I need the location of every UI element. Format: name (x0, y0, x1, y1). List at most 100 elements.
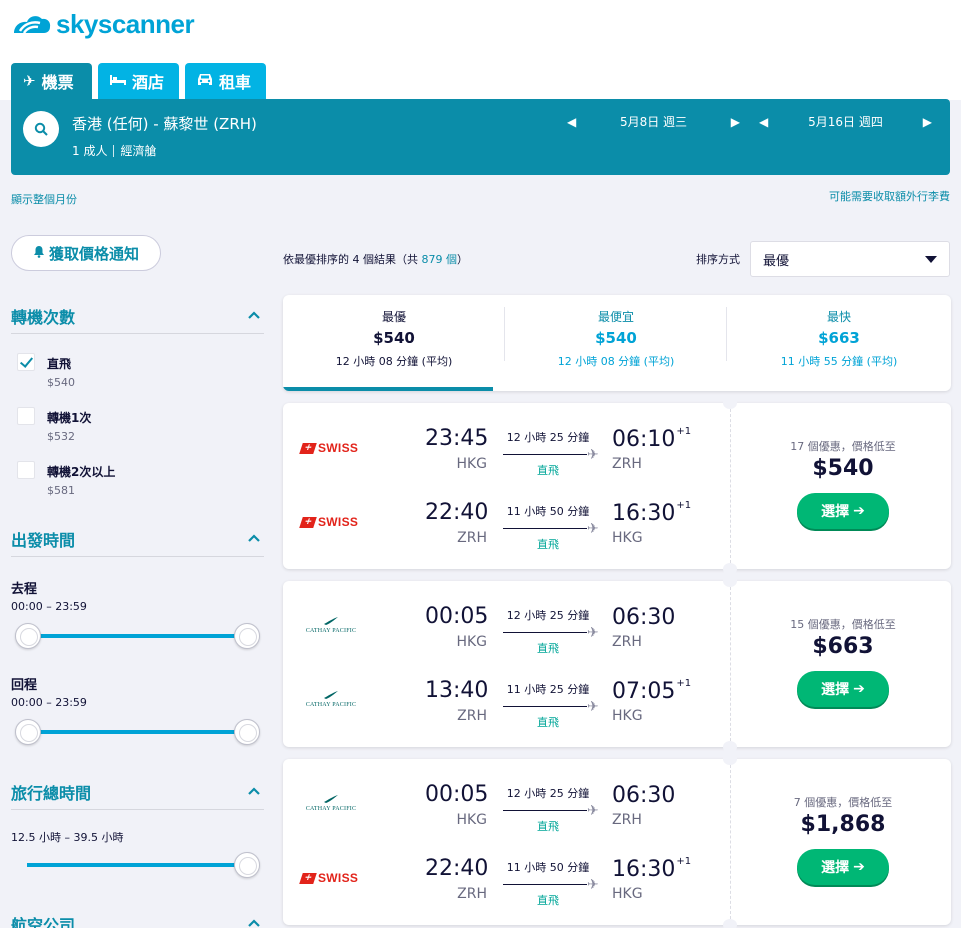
search-icon (34, 122, 48, 136)
cathay-brushwing-icon (324, 795, 338, 803)
one-stop-checkbox[interactable] (17, 407, 35, 425)
select-button[interactable]: 選擇 ➔ (797, 849, 889, 885)
outbound-time-slider[interactable] (15, 622, 260, 650)
two-plus-stops-checkbox[interactable] (17, 461, 35, 479)
return-date[interactable]: 5月16日 週四 (808, 113, 883, 130)
route-line (503, 706, 587, 707)
sort-dropdown[interactable]: 最優 (750, 241, 950, 277)
slider-max-handle[interactable] (234, 623, 260, 649)
price-alert-button[interactable]: 獲取價格通知 (11, 235, 161, 271)
route-line (503, 528, 587, 529)
prev-depart-date-arrow-icon[interactable]: ◀ (567, 115, 576, 129)
stops-filter-header[interactable]: 轉機次數 (11, 304, 264, 334)
airline-name: SWISS (318, 441, 359, 455)
arrival-time-block: 06:30 (612, 782, 676, 808)
next-depart-date-arrow-icon[interactable]: ▶ (731, 115, 740, 129)
sort-tab-fastest[interactable]: 最快 $663 11 小時 55 分鐘 (平均) (727, 295, 951, 391)
sort-label: 排序方式 (696, 253, 740, 266)
slider-min-handle[interactable] (15, 719, 41, 745)
departure-times-title: 出發時間 (11, 531, 76, 550)
slider-track[interactable] (27, 634, 248, 638)
departure-airport: HKG (456, 812, 487, 828)
departure-airport: ZRH (457, 708, 487, 724)
slider-track[interactable] (27, 863, 248, 867)
deals-count: 7 個優惠，價格低至 (793, 796, 893, 809)
slider-min-handle[interactable] (15, 623, 41, 649)
search-button[interactable] (23, 111, 59, 147)
skyscanner-cloud-icon (14, 16, 51, 34)
chevron-up-icon[interactable] (248, 309, 260, 321)
slider-track[interactable] (27, 730, 248, 734)
price: $1,868 (800, 812, 886, 837)
arrival-time: 16:30 (612, 857, 676, 882)
select-button[interactable]: 選擇 ➔ (797, 671, 889, 707)
return-label: 回程 (11, 678, 38, 693)
return-date-nav: ◀ 5月16日 週四 ▶ (759, 113, 932, 130)
journey-duration-filter-header[interactable]: 旅行總時間 (11, 780, 264, 810)
sort-tab-duration: 12 小時 08 分鐘 (平均) (557, 355, 675, 368)
airline-name: CATHAY PACIFIC (305, 806, 357, 812)
airlines-filter-header[interactable]: 航空公司 (11, 912, 264, 928)
route-text[interactable]: 香港 (任何) - 蘇黎世 (ZRH) (72, 113, 257, 134)
divider (730, 587, 731, 741)
departure-time: 23:45 (425, 426, 489, 451)
arrow-right-icon: ➔ (853, 503, 865, 519)
results-total-link[interactable]: 879 個 (422, 253, 458, 266)
next-return-date-arrow-icon[interactable]: ▶ (923, 115, 932, 129)
chevron-up-icon[interactable] (248, 785, 260, 797)
duration-slider[interactable] (15, 851, 260, 879)
price-alert-label: 獲取價格通知 (48, 244, 139, 263)
flight-duration: 12 小時 25 分鐘 (506, 787, 590, 800)
price-panel: 17 個優惠，價格低至 $540 選擇 ➔ (735, 403, 951, 569)
tab-hotels[interactable]: 酒店 (98, 63, 179, 99)
airline-name: CATHAY PACIFIC (305, 628, 357, 634)
itinerary-card[interactable]: CATHAY PACIFIC 00:05 HKG 12 小時 25 分鐘 ✈ 直… (283, 753, 951, 928)
departure-time: 13:40 (425, 678, 489, 703)
sort-tab-price: $540 (595, 329, 637, 347)
sort-tab-cheapest[interactable]: 最便宜 $540 12 小時 08 分鐘 (平均) (505, 295, 727, 391)
direct-checkbox[interactable] (17, 353, 35, 371)
select-button[interactable]: 選擇 ➔ (797, 493, 889, 529)
slider-max-handle[interactable] (234, 852, 260, 878)
price-panel: 7 個優惠，價格低至 $1,868 選擇 ➔ (735, 759, 951, 925)
passenger-cabin-summary[interactable]: 1 成人 經濟艙 (72, 142, 156, 159)
stops-option-label: 直飛 (47, 357, 72, 371)
prev-return-date-arrow-icon[interactable]: ◀ (759, 115, 768, 129)
depart-date[interactable]: 5月8日 週三 (620, 113, 687, 130)
slider-max-handle[interactable] (234, 719, 260, 745)
departure-airport: HKG (456, 456, 487, 472)
results-summary-suffix: ） (457, 253, 468, 266)
return-leg: CATHAY PACIFIC 13:40 ZRH 11 小時 25 分鐘 ✈ 直… (283, 668, 730, 729)
itinerary-card[interactable]: CATHAY PACIFIC 00:05 HKG 12 小時 25 分鐘 ✈ 直… (283, 575, 951, 753)
show-whole-month-link[interactable]: 顯示整個月份 (11, 191, 77, 207)
departure-airport: HKG (456, 634, 487, 650)
plane-icon: ✈ (587, 877, 599, 893)
outbound-leg: CATHAY PACIFIC 00:05 HKG 12 小時 25 分鐘 ✈ 直… (283, 594, 730, 655)
itinerary-card[interactable]: + SWISS 23:45 HKG 12 小時 25 分鐘 ✈ 直飛 06:10+… (283, 397, 951, 575)
tab-flights[interactable]: ✈ 機票 (11, 63, 92, 99)
airline-logo-cathay-pacific: CATHAY PACIFIC (301, 616, 371, 636)
arrow-right-icon: ➔ (853, 859, 865, 875)
stops-option-price: $540 (47, 376, 75, 389)
chevron-up-icon[interactable] (248, 917, 260, 928)
return-leg: + SWISS 22:40 ZRH 11 小時 50 分鐘 ✈ 直飛 16:30+… (283, 846, 730, 907)
arrival-airport: HKG (612, 708, 643, 724)
divider (730, 765, 731, 919)
return-time-slider[interactable] (15, 718, 260, 746)
stops-label: 直飛 (537, 464, 559, 477)
sort-tab-best[interactable]: 最優 $540 12 小時 08 分鐘 (平均) (283, 295, 505, 391)
tab-label: 租車 (219, 73, 252, 92)
arrival-time: 06:30 (612, 783, 676, 808)
divider (113, 145, 115, 157)
departure-airport: ZRH (457, 886, 487, 902)
search-summary-bar[interactable]: 香港 (任何) - 蘇黎世 (ZRH) 1 成人 經濟艙 ◀ 5月8日 週三 ▶ … (11, 99, 950, 175)
baggage-fees-link[interactable]: 可能需要收取額外行李費 (829, 188, 950, 204)
tab-car-hire[interactable]: 租車 (185, 63, 266, 99)
chevron-up-icon[interactable] (248, 532, 260, 544)
stops-label: 直飛 (537, 716, 559, 729)
arrival-airport: ZRH (612, 456, 642, 472)
price-panel: 15 個優惠，價格低至 $663 選擇 ➔ (735, 581, 951, 747)
plane-icon: ✈ (587, 699, 599, 715)
skyscanner-logo[interactable]: skyscanner (10, 8, 195, 40)
departure-times-filter-header[interactable]: 出發時間 (11, 527, 264, 557)
